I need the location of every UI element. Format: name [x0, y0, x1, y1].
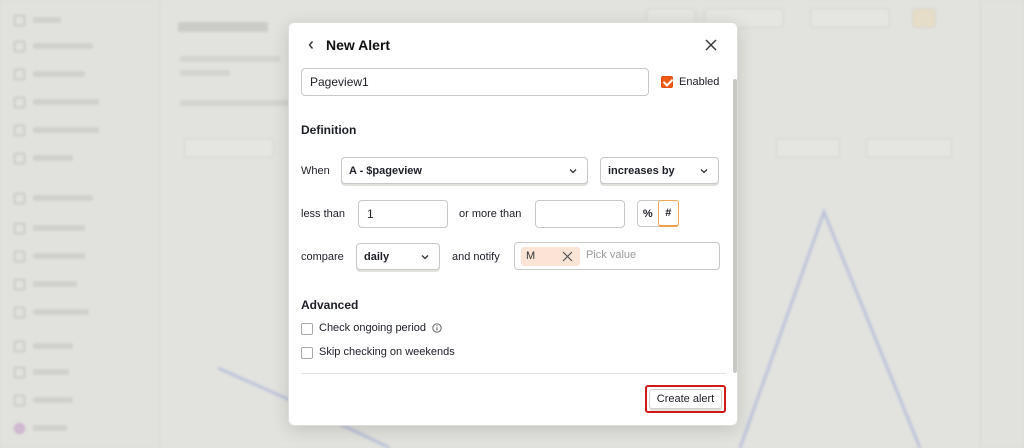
create-alert-button[interactable]: Create alert [645, 385, 726, 413]
close-icon[interactable] [703, 37, 719, 53]
modal-scrollbar[interactable] [733, 79, 737, 373]
unit-toggle: % # [637, 200, 679, 227]
recipient-chip-label: M [526, 250, 536, 262]
compare-label: compare [301, 251, 344, 263]
advanced-heading: Advanced [301, 298, 359, 312]
back-button[interactable] [303, 36, 319, 54]
chevron-down-icon [421, 255, 429, 260]
unit-percent-option[interactable]: % [638, 201, 658, 226]
modal-title: New Alert [326, 37, 391, 53]
new-alert-modal: New Alert Enabled Definition When A - $p… [288, 22, 738, 426]
chip-remove-icon[interactable] [562, 251, 573, 262]
footer-divider [301, 373, 726, 374]
less-than-input[interactable] [358, 200, 448, 228]
condition-select-value: increases by [608, 165, 675, 177]
compare-select-value: daily [364, 251, 390, 263]
recipient-chip[interactable]: M [521, 247, 580, 266]
enabled-label: Enabled [679, 76, 720, 88]
unit-number-option[interactable]: # [657, 200, 679, 227]
skip-weekends-label: Skip checking on weekends [319, 346, 455, 358]
less-than-label: less than [301, 208, 346, 220]
notify-placeholder: Pick value [586, 249, 637, 261]
notify-label: and notify [452, 251, 500, 263]
notify-recipient-field[interactable]: M Pick value [514, 242, 720, 270]
definition-heading: Definition [301, 123, 357, 137]
chevron-down-icon [569, 169, 577, 174]
series-select[interactable]: A - $pageview [341, 157, 588, 184]
series-select-value: A - $pageview [349, 165, 422, 177]
skip-weekends-checkbox[interactable] [301, 347, 313, 359]
when-label: When [301, 165, 330, 177]
more-than-input[interactable] [535, 200, 625, 228]
compare-select[interactable]: daily [356, 243, 440, 270]
ongoing-period-label: Check ongoing period [319, 322, 427, 334]
create-alert-label: Create alert [656, 393, 715, 405]
condition-select[interactable]: increases by [600, 157, 719, 184]
ongoing-period-checkbox[interactable] [301, 323, 313, 335]
more-than-label: or more than [459, 208, 522, 220]
back-chevron-icon [308, 41, 314, 49]
info-icon[interactable] [432, 323, 442, 333]
enabled-checkbox[interactable] [661, 76, 673, 88]
chevron-down-icon [700, 169, 708, 174]
modal-header: New Alert [289, 23, 737, 67]
alert-name-input[interactable] [301, 68, 649, 96]
